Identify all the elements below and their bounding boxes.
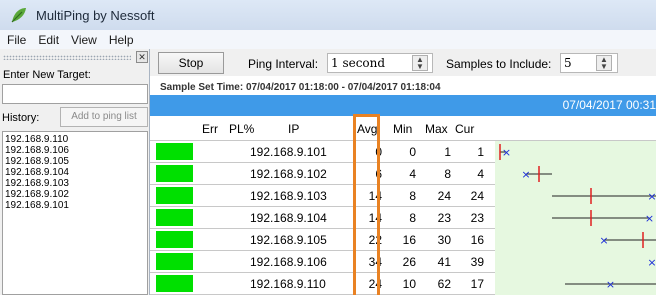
cell-max: 24: [437, 189, 451, 203]
samples-label: Samples to Include:: [446, 57, 552, 71]
current-marker-icon: ×: [599, 234, 608, 247]
status-indicator: [156, 275, 193, 292]
menu-edit[interactable]: Edit: [38, 33, 59, 47]
cell-min: 10: [402, 277, 416, 291]
cell-min: 8: [409, 211, 416, 225]
ping-range-graph: ×: [565, 278, 656, 291]
current-marker-icon: ×: [502, 146, 511, 159]
current-marker-icon: ×: [606, 278, 615, 291]
cell-cur: 24: [470, 189, 484, 203]
history-item[interactable]: 192.168.9.105: [5, 156, 145, 167]
cell-ip: 192.168.9.110: [250, 277, 326, 291]
status-indicator: [156, 231, 193, 248]
col-pl[interactable]: PL%: [229, 122, 254, 136]
close-icon[interactable]: ✕: [136, 51, 148, 63]
cell-min: 8: [409, 189, 416, 203]
cell-cur: 4: [477, 167, 484, 181]
status-indicator: [156, 253, 193, 270]
status-indicator: [156, 143, 193, 160]
cell-ip: 192.168.9.103: [250, 189, 327, 203]
ping-interval-label: Ping Interval:: [248, 57, 319, 71]
target-panel: ✕ Enter New Target: History: Add to ping…: [0, 49, 150, 295]
ping-range-graph: ×: [499, 144, 511, 160]
ping-range-graph: ×: [599, 232, 656, 248]
history-label: History:: [2, 112, 40, 124]
history-item[interactable]: 192.168.9.101: [5, 200, 145, 211]
history-item[interactable]: 192.168.9.110: [5, 134, 145, 145]
sample-set-time: Sample Set Time: 07/04/2017 01:18:00 - 0…: [160, 82, 441, 93]
history-item[interactable]: 192.168.9.103: [5, 178, 145, 189]
cell-ip: 192.168.9.106: [250, 255, 327, 269]
current-marker-icon: ×: [647, 256, 656, 269]
cell-min: 16: [402, 233, 416, 247]
leaf-icon: [11, 8, 26, 23]
cell-min: 0: [409, 145, 416, 159]
ping-range-graph: ×: [647, 256, 656, 269]
cell-avg: 6: [375, 167, 382, 181]
stop-button[interactable]: Stop: [158, 52, 224, 74]
cell-min: 26: [402, 255, 416, 269]
history-item[interactable]: 192.168.9.106: [5, 145, 145, 156]
cell-avg: 14: [368, 211, 382, 225]
status-indicator: [156, 187, 193, 204]
enter-target-label: Enter New Target:: [3, 69, 91, 81]
cell-max: 41: [437, 255, 451, 269]
samples-spinner[interactable]: ▲ ▼: [596, 55, 612, 71]
add-to-ping-list-button[interactable]: Add to ping list: [60, 107, 148, 127]
cell-max: 62: [437, 277, 451, 291]
cell-ip: 192.168.9.102: [250, 167, 327, 181]
cell-cur: 17: [470, 277, 484, 291]
panel-grip[interactable]: [3, 55, 131, 60]
col-avg[interactable]: Avg: [357, 122, 377, 136]
col-max[interactable]: Max: [425, 122, 448, 136]
col-min[interactable]: Min: [393, 122, 412, 136]
toolbar: Stop Ping Interval: 1 second ▲ ▼ Samples …: [150, 49, 656, 76]
cell-avg: 14: [368, 189, 382, 203]
history-list[interactable]: 192.168.9.110 192.168.9.106 192.168.9.10…: [2, 131, 148, 295]
history-item[interactable]: 192.168.9.102: [5, 189, 145, 200]
col-cur[interactable]: Cur: [455, 122, 474, 136]
cell-ip: 192.168.9.105: [250, 233, 327, 247]
cell-max: 1: [444, 145, 451, 159]
cell-max: 23: [437, 211, 451, 225]
cell-avg: 24: [368, 277, 382, 291]
cell-avg: 0: [375, 145, 382, 159]
cell-max: 30: [437, 233, 451, 247]
cell-min: 4: [409, 167, 416, 181]
ping-range-graph: ×: [552, 188, 656, 204]
title-bar: MultiPing by Nessoft: [0, 0, 656, 30]
current-marker-icon: ×: [521, 168, 530, 181]
menu-bar: File Edit View Help: [0, 30, 656, 49]
current-marker-icon: ×: [645, 212, 654, 225]
history-item[interactable]: 192.168.9.104: [5, 167, 145, 178]
timeline-label: 07/04/2017 00:31: [562, 98, 656, 112]
ping-range-graph: ×: [552, 210, 654, 226]
table-header: Err PL% IP Avg Min Max Cur: [150, 116, 656, 141]
cell-avg: 34: [368, 255, 382, 269]
current-marker-icon: ×: [647, 190, 656, 203]
cell-cur: 16: [470, 233, 484, 247]
ping-range-graph: ×: [521, 166, 552, 182]
timeline-header: 07/04/2017 00:31: [150, 95, 656, 116]
menu-file[interactable]: File: [7, 33, 26, 47]
cell-avg: 22: [368, 233, 382, 247]
cell-cur: 1: [477, 145, 484, 159]
cell-max: 8: [444, 167, 451, 181]
status-indicator: [156, 165, 193, 182]
window-title: MultiPing by Nessoft: [36, 7, 155, 23]
cell-cur: 39: [470, 255, 484, 269]
status-indicator: [156, 209, 193, 226]
menu-help[interactable]: Help: [109, 33, 134, 47]
col-err[interactable]: Err: [202, 122, 218, 136]
menu-view[interactable]: View: [71, 33, 97, 47]
ping-interval-spinner[interactable]: ▲ ▼: [412, 55, 428, 71]
cell-ip: 192.168.9.101: [250, 145, 327, 159]
col-ip[interactable]: IP: [288, 122, 299, 136]
new-target-input[interactable]: [2, 84, 148, 104]
cell-cur: 23: [470, 211, 484, 225]
cell-ip: 192.168.9.104: [250, 211, 327, 225]
